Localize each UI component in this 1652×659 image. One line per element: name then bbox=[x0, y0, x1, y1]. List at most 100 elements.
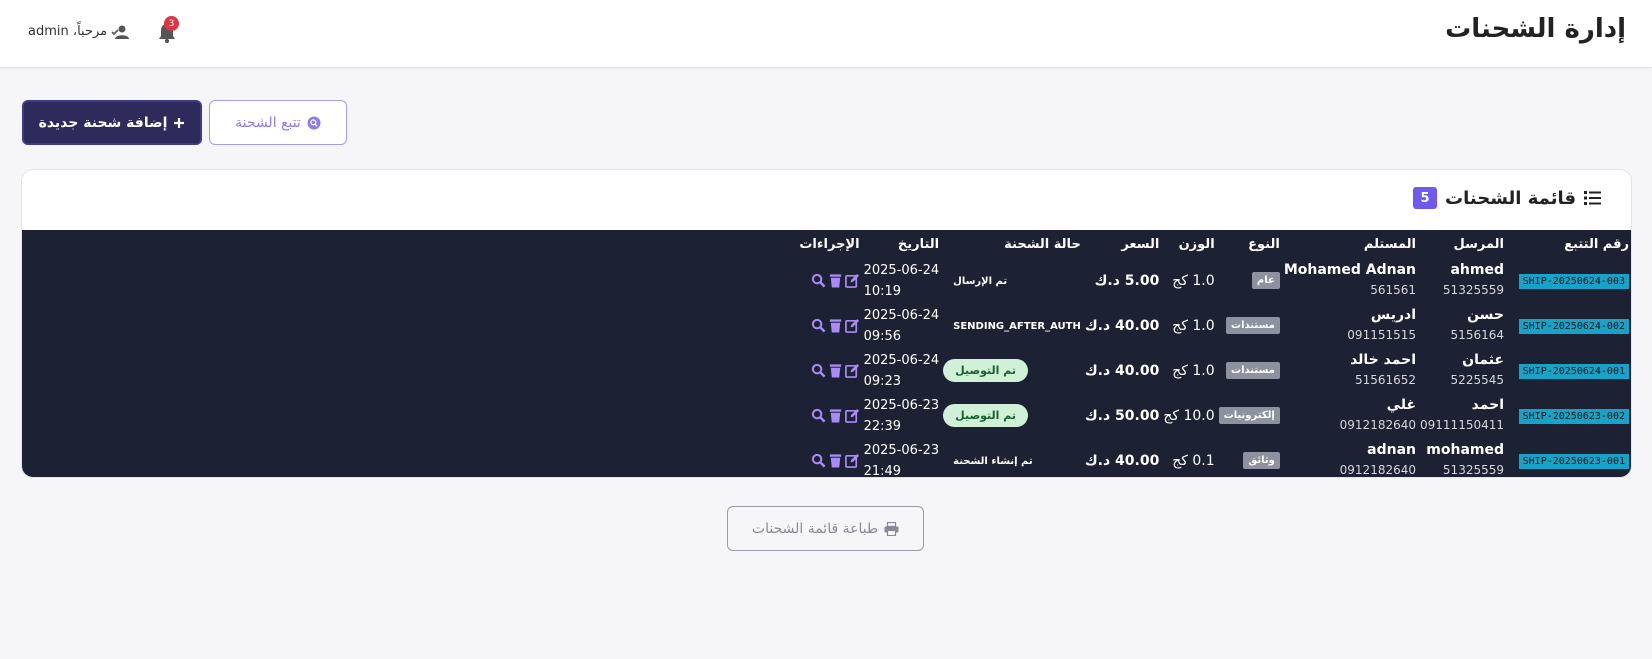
edit-icon[interactable] bbox=[844, 453, 860, 468]
shipment-price: 40.00 د.ك bbox=[1083, 348, 1162, 393]
shipment-type-badge: مستندات bbox=[1226, 317, 1280, 334]
price-amount: 40.00 bbox=[1115, 317, 1160, 334]
table-row[interactable]: SHIP-20250624-003 ahmed 51325559 Mohamed… bbox=[797, 258, 1631, 303]
user-check-icon bbox=[111, 25, 130, 39]
receiver-phone: 0912182640 bbox=[1339, 417, 1417, 432]
shipment-date: 2025-06-24 bbox=[863, 352, 940, 368]
shipment-price: 50.00 د.ك bbox=[1083, 393, 1162, 438]
col-status: حالة الشحنة bbox=[1004, 236, 1081, 252]
track-shipment-label: تتبع الشحنة bbox=[235, 114, 301, 131]
trash-icon[interactable] bbox=[828, 318, 843, 333]
print-list-button[interactable]: طباعة قائمة الشحنات bbox=[727, 506, 924, 551]
receiver-phone: 091151515 bbox=[1347, 327, 1417, 342]
table-row[interactable]: SHIP-20250623-001 mohamed 51325559 adnan… bbox=[797, 438, 1631, 478]
shipment-weight: 1.0 كج bbox=[1172, 362, 1215, 379]
receiver-name: adnan bbox=[1367, 441, 1417, 458]
price-amount: 5.00 bbox=[1124, 272, 1160, 289]
sender-phone: 51325559 bbox=[1442, 462, 1504, 477]
price-amount: 50.00 bbox=[1115, 407, 1160, 424]
col-type: النوع bbox=[1248, 236, 1280, 252]
shipment-weight: 1.0 كج bbox=[1172, 317, 1215, 334]
col-sender: المرسل bbox=[1453, 236, 1504, 252]
col-tracking: رقم التتبع bbox=[1564, 236, 1629, 252]
tracking-number-badge[interactable]: SHIP-20250623-001 bbox=[1518, 453, 1629, 469]
sender-name: عثمان bbox=[1462, 351, 1504, 368]
shipment-price: 40.00 د.ك bbox=[1083, 303, 1162, 348]
printer-icon bbox=[884, 521, 899, 536]
price-currency: د.ك bbox=[1084, 317, 1111, 334]
sender-phone: 5225545 bbox=[1450, 372, 1504, 387]
price-amount: 40.00 bbox=[1115, 362, 1160, 379]
card-header: قائمة الشحنات 5 bbox=[22, 170, 1631, 230]
trash-icon[interactable] bbox=[828, 363, 843, 378]
table-row[interactable]: SHIP-20250624-001 عثمان 5225545 احمد خال… bbox=[797, 348, 1631, 393]
col-weight: الوزن bbox=[1178, 236, 1215, 252]
sender-phone: 51325559 bbox=[1442, 282, 1504, 297]
receiver-name: Mohamed Adnan bbox=[1283, 261, 1417, 278]
search-icon[interactable] bbox=[811, 453, 826, 468]
shipment-status: SENDING_AFTER_AUTH bbox=[953, 321, 1081, 332]
search-circle-icon bbox=[307, 116, 321, 129]
trash-icon[interactable] bbox=[828, 273, 843, 288]
col-price: السعر bbox=[1121, 236, 1160, 252]
tracking-number-badge[interactable]: SHIP-20250624-003 bbox=[1518, 273, 1629, 289]
shipment-time: 09:23 bbox=[863, 373, 902, 389]
col-receiver: المستلم bbox=[1363, 236, 1417, 252]
search-icon[interactable] bbox=[811, 408, 826, 423]
plus-icon bbox=[174, 117, 185, 128]
sender-name: mohamed bbox=[1426, 441, 1504, 458]
edit-icon[interactable] bbox=[844, 318, 860, 333]
shipment-time: 21:49 bbox=[863, 463, 902, 478]
sender-phone: 5156164 bbox=[1450, 327, 1504, 342]
shipment-status: تم إنشاء الشحنة bbox=[953, 456, 1033, 467]
shipment-count-badge: 5 bbox=[1413, 187, 1438, 209]
shipment-time: 22:39 bbox=[863, 418, 902, 434]
tracking-number-badge[interactable]: SHIP-20250624-002 bbox=[1518, 318, 1629, 334]
receiver-phone: 561561 bbox=[1370, 282, 1417, 297]
table-row[interactable]: SHIP-20250624-002 حسن 5156164 ادريس 0911… bbox=[797, 303, 1631, 348]
add-shipment-button[interactable]: إضافة شحنة جديدة bbox=[22, 100, 202, 145]
shipment-price: 40.00 د.ك bbox=[1083, 438, 1162, 477]
shipment-status: تم الإرسال bbox=[953, 276, 1008, 287]
search-icon[interactable] bbox=[811, 273, 826, 288]
sender-name: احمد bbox=[1471, 396, 1504, 413]
list-icon bbox=[1584, 191, 1601, 205]
table-header-row: رقم التتبع المرسل المستلم النوع الوزن ال… bbox=[797, 230, 1631, 258]
shipments-list-title: قائمة الشحنات 5 bbox=[1413, 187, 1601, 209]
row-actions bbox=[799, 363, 859, 378]
price-amount: 40.00 bbox=[1115, 452, 1160, 469]
search-icon[interactable] bbox=[811, 318, 826, 333]
receiver-phone: 0912182640 bbox=[1339, 462, 1417, 477]
print-list-label: طباعة قائمة الشحنات bbox=[751, 520, 879, 537]
search-icon[interactable] bbox=[811, 363, 826, 378]
user-menu[interactable]: مرحباً، admin bbox=[28, 24, 130, 39]
shipment-type-badge: عام bbox=[1251, 272, 1280, 289]
price-currency: د.ك bbox=[1084, 407, 1111, 424]
shipments-table: رقم التتبع المرسل المستلم النوع الوزن ال… bbox=[797, 230, 1631, 478]
trash-icon[interactable] bbox=[828, 453, 843, 468]
table-row[interactable]: SHIP-20250623-002 احمد 09111150411 غلي 0… bbox=[797, 393, 1631, 438]
track-shipment-button[interactable]: تتبع الشحنة bbox=[209, 100, 347, 145]
shipment-weight: 10.0 كج bbox=[1163, 407, 1215, 424]
shipment-date: 2025-06-23 bbox=[863, 442, 940, 458]
shipment-weight: 0.1 كج bbox=[1172, 452, 1215, 469]
shipment-date: 2025-06-23 bbox=[863, 397, 940, 413]
shipment-price: 5.00 د.ك bbox=[1083, 258, 1162, 303]
tracking-number-badge[interactable]: SHIP-20250623-002 bbox=[1518, 408, 1629, 424]
row-actions bbox=[799, 408, 859, 423]
receiver-name: غلي bbox=[1386, 396, 1417, 413]
edit-icon[interactable] bbox=[844, 363, 860, 378]
receiver-phone: 51561652 bbox=[1354, 372, 1417, 387]
receiver-name: احمد خالد bbox=[1350, 351, 1417, 368]
shipment-time: 09:56 bbox=[863, 328, 902, 344]
price-currency: د.ك bbox=[1084, 452, 1111, 469]
add-shipment-label: إضافة شحنة جديدة bbox=[38, 114, 168, 131]
edit-icon[interactable] bbox=[844, 408, 860, 423]
top-bar: إدارة الشحنات مرحباً، admin 3 bbox=[0, 0, 1652, 68]
list-title-text: قائمة الشحنات bbox=[1445, 187, 1576, 209]
tracking-number-badge[interactable]: SHIP-20250624-001 bbox=[1518, 363, 1629, 379]
row-actions bbox=[799, 453, 859, 468]
shipment-weight: 1.0 كج bbox=[1172, 272, 1215, 289]
edit-icon[interactable] bbox=[844, 273, 860, 288]
trash-icon[interactable] bbox=[828, 408, 843, 423]
